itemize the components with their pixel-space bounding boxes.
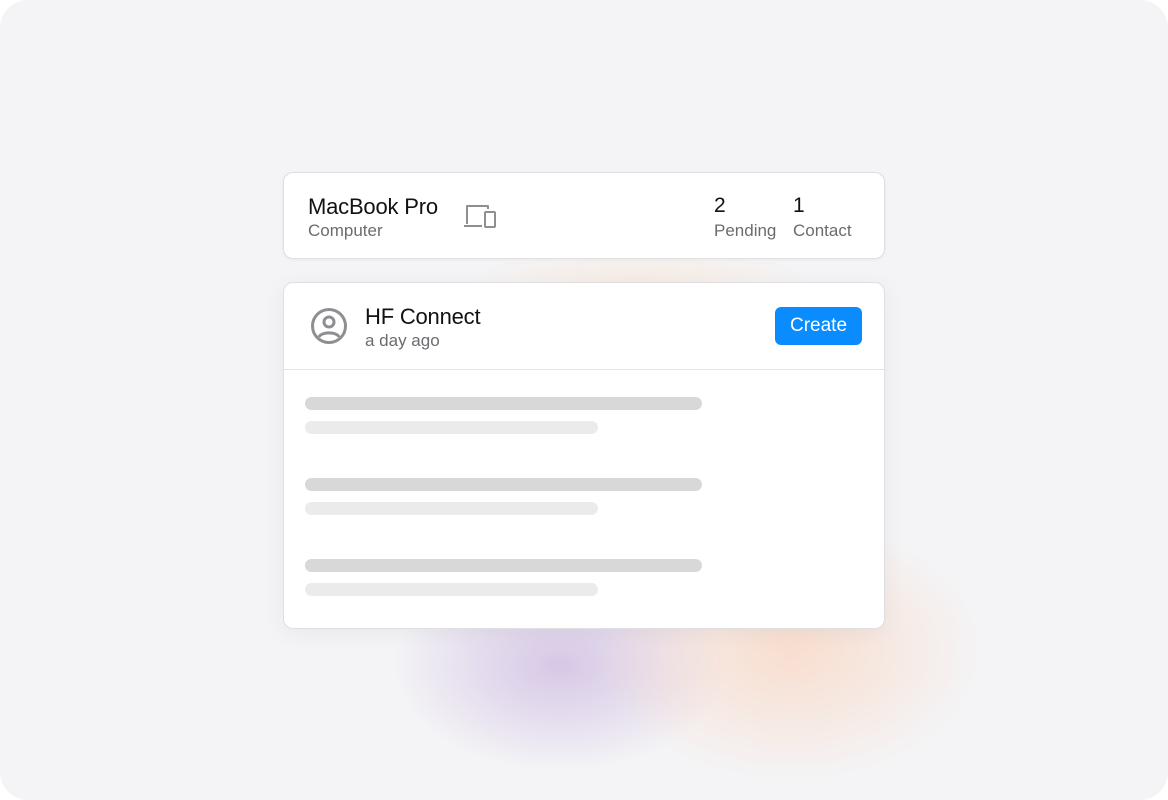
device-card: MacBook Pro Computer 2 Pending 1 Contact: [283, 172, 885, 259]
skeleton-line: [305, 397, 702, 410]
device-name: MacBook Pro: [308, 194, 438, 219]
skeleton-line: [305, 559, 702, 572]
pending-stat[interactable]: 2 Pending: [714, 194, 776, 241]
skeleton-line: [305, 583, 598, 596]
contact-label: Contact: [793, 221, 852, 240]
skeleton-line: [305, 502, 598, 515]
page-background: MacBook Pro Computer 2 Pending 1 Contact…: [0, 0, 1168, 800]
connection-header: HF Connect a day ago Create: [284, 283, 884, 370]
create-button[interactable]: Create: [775, 307, 862, 345]
device-type: Computer: [308, 221, 383, 240]
connection-title: HF Connect: [365, 304, 481, 329]
devices-icon: [464, 205, 496, 228]
contact-count: 1: [793, 194, 805, 217]
skeleton-line: [305, 421, 598, 434]
connection-time: a day ago: [365, 331, 440, 350]
pending-count: 2: [714, 194, 726, 217]
skeleton-line: [305, 478, 702, 491]
connection-card: HF Connect a day ago Create: [283, 282, 885, 629]
contact-stat[interactable]: 1 Contact: [793, 194, 852, 241]
pending-label: Pending: [714, 221, 777, 240]
user-circle-icon: [311, 308, 347, 344]
